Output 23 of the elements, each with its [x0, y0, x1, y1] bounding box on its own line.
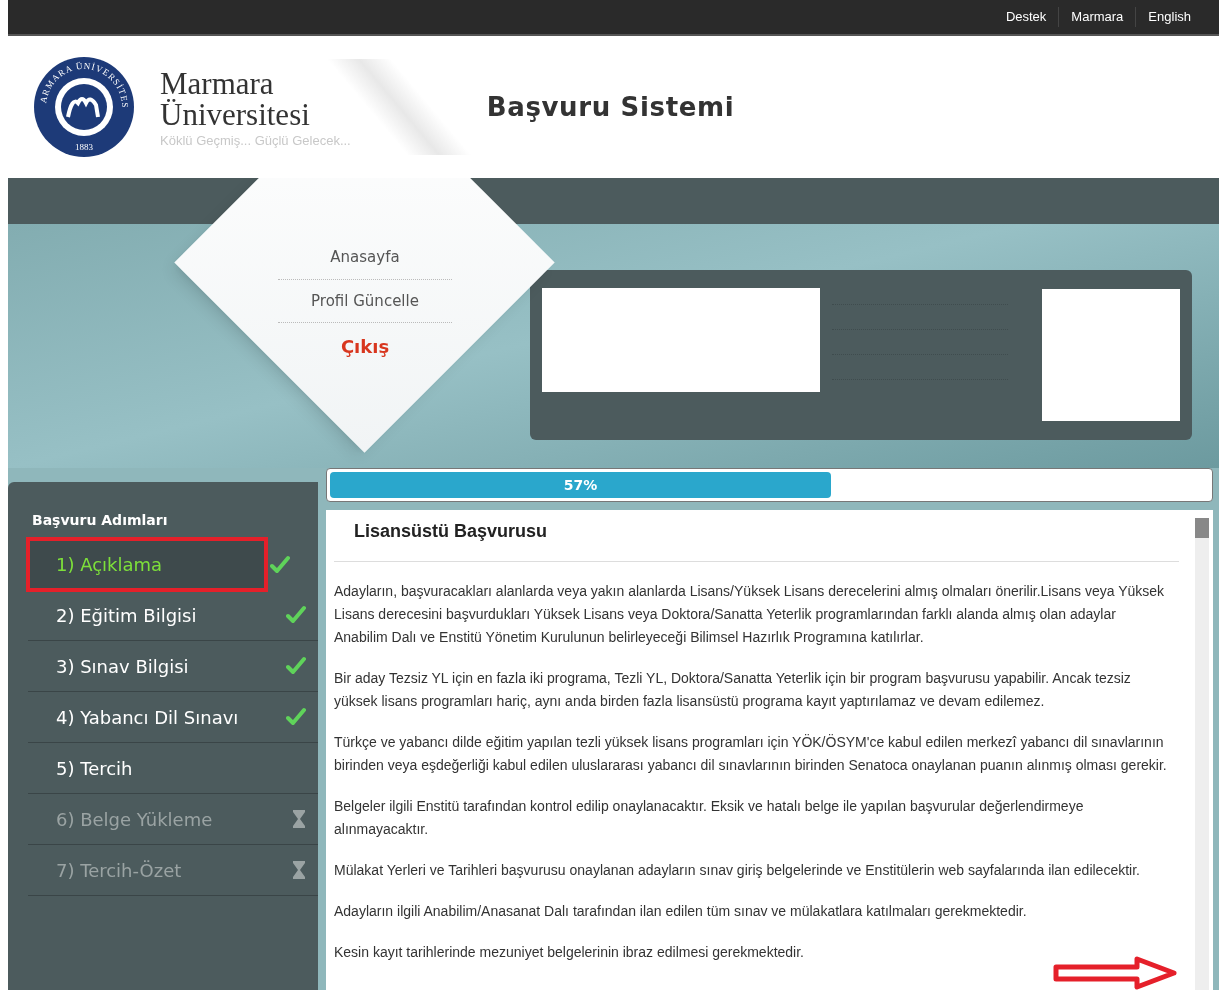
- system-title: Başvuru Sistemi: [486, 90, 735, 124]
- top-link[interactable]: English: [1135, 7, 1203, 27]
- step-item[interactable]: 5) Tercih: [28, 743, 318, 794]
- top-link[interactable]: Destek: [993, 7, 1059, 27]
- paragraph: Adayların ilgili Anabilim/Anasanat Dalı tarafından ilan edilen tüm sınav ve mülakatlara katılmaları gerekmektedir.: [334, 902, 1028, 921]
- step-item[interactable]: 4) Yabancı Dil Sınavı: [28, 692, 318, 743]
- menu-link[interactable]: Çıkış: [278, 323, 452, 370]
- paragraph: Belgeler ilgili Enstitü tarafından kontrol edilip onaylanacaktır. Eksik ve hatalı belge ile yapılan başvurular değerlendirmeye alınmayacaktır.: [334, 797, 1085, 839]
- content-title: Lisansüstü Başvurusu: [334, 518, 1179, 562]
- top-link[interactable]: Marmara: [1058, 7, 1136, 27]
- paragraph: Türkçe ve yabancı dilde eğitim yapılan tezli yüksek lisans programları için YÖK/ÖSYM'ce kabul edilen merkezî yabancı dil sınavlarının birinden veya eşdeğerliği kabul edilen uluslararası yabancı dil sınavlarının birinden Senatoca onaylanan puanın alınmış olması gerekir.: [334, 733, 1168, 775]
- step-item[interactable]: 3) Sınav Bilgisi: [28, 641, 318, 692]
- step-item[interactable]: 2) Eğitim Bilgisi: [28, 590, 318, 641]
- paragraph: Mülakat Yerleri ve Tarihleri başvurusu onaylanan adayların sınav giriş belgelerinde ve Enstitülerin web sayfalarında ilan edilecektir.: [334, 861, 1141, 880]
- paragraph: Adayların, başvuracakları alanlarda veya yakın alanlarda Lisans/Yüksek Lisans derecelerini almış olmaları önerilir.Lisans veya Yüksek Lisans derecesini başvurdukları Yüksek Lisans veya Doktora/Sanatta Yeterlik programlarından farklı alanda almış olan adaylar Anabilim Dalı ve Enstitü Yönetim Kurulunun belirleyeceği Bilimsel Hazırlık Programına katılırlar.: [334, 582, 1166, 647]
- progress-label: 57%: [563, 475, 598, 495]
- paragraph: Kesin kayıt tarihlerinde mezuniyet belgelerinin ibraz edilmesi gerekmektedir.: [334, 943, 805, 962]
- menu-link[interactable]: Profil Güncelle: [278, 279, 452, 323]
- university-name: Üniversitesi: [160, 98, 311, 130]
- university-name: Marmara: [160, 67, 274, 99]
- steps-title: Başvuru Adımları: [31, 511, 169, 530]
- paragraph: Bir aday Tezsiz YL için en fazla iki programa, Tezli YL, Doktora/Sanatta Yeterlik için bir program başvurusu yapabilir. Ancak tezsiz yüksek lisans programları hariç, aynı anda birden fazla lisansüstü programa kayıt yaptırılamaz ve devam edilemez.: [334, 669, 1132, 711]
- menu-link[interactable]: Anasayfa: [278, 236, 452, 280]
